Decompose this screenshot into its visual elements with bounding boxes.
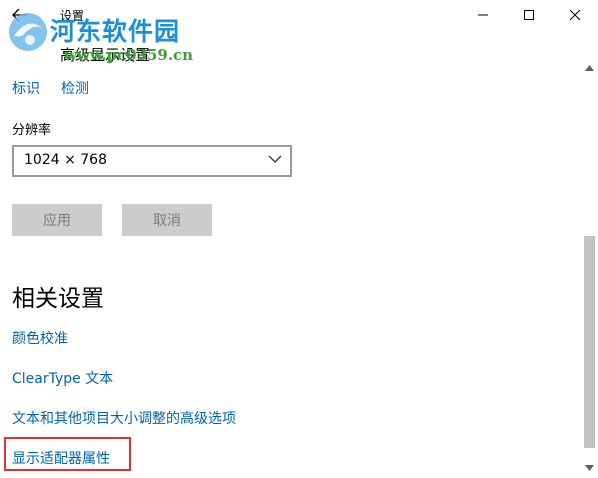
scroll-thumb[interactable]	[584, 236, 595, 448]
resolution-dropdown[interactable]: 1024 × 768	[12, 145, 292, 177]
related-settings-title: 相关设置	[12, 286, 104, 312]
cancel-button-label: 取消	[153, 213, 181, 229]
chevron-down-icon	[268, 155, 282, 163]
cancel-button[interactable]: 取消	[122, 204, 212, 236]
scroll-down-icon	[585, 465, 594, 471]
watermark-url: www.pc0359.cn	[64, 46, 194, 64]
minimize-icon	[478, 14, 488, 16]
scroll-down-button[interactable]	[581, 460, 598, 476]
apply-button[interactable]: 应用	[12, 204, 102, 236]
close-icon	[569, 9, 581, 21]
vertical-scrollbar[interactable]	[581, 60, 598, 478]
scroll-up-button[interactable]	[581, 60, 598, 76]
scroll-track[interactable]	[581, 78, 598, 462]
identify-link[interactable]: 标识	[12, 78, 40, 98]
apply-button-label: 应用	[43, 213, 71, 229]
advanced-sizing-link[interactable]: 文本和其他项目大小调整的高级选项	[12, 408, 236, 428]
close-button[interactable]	[552, 0, 598, 30]
scroll-up-icon	[585, 65, 594, 71]
maximize-icon	[524, 10, 534, 20]
highlight-box	[4, 437, 131, 471]
color-calibration-link[interactable]: 颜色校准	[12, 328, 68, 348]
resolution-label: 分辨率	[12, 123, 52, 138]
minimize-button[interactable]	[460, 0, 506, 30]
maximize-button[interactable]	[506, 0, 552, 30]
watermark-logo-icon	[9, 13, 47, 51]
watermark-name: 河东软件园	[50, 17, 181, 46]
resolution-value: 1024 × 768	[24, 152, 107, 168]
detect-link[interactable]: 检测	[61, 78, 89, 98]
cleartype-text-link[interactable]: ClearType 文本	[12, 368, 113, 388]
